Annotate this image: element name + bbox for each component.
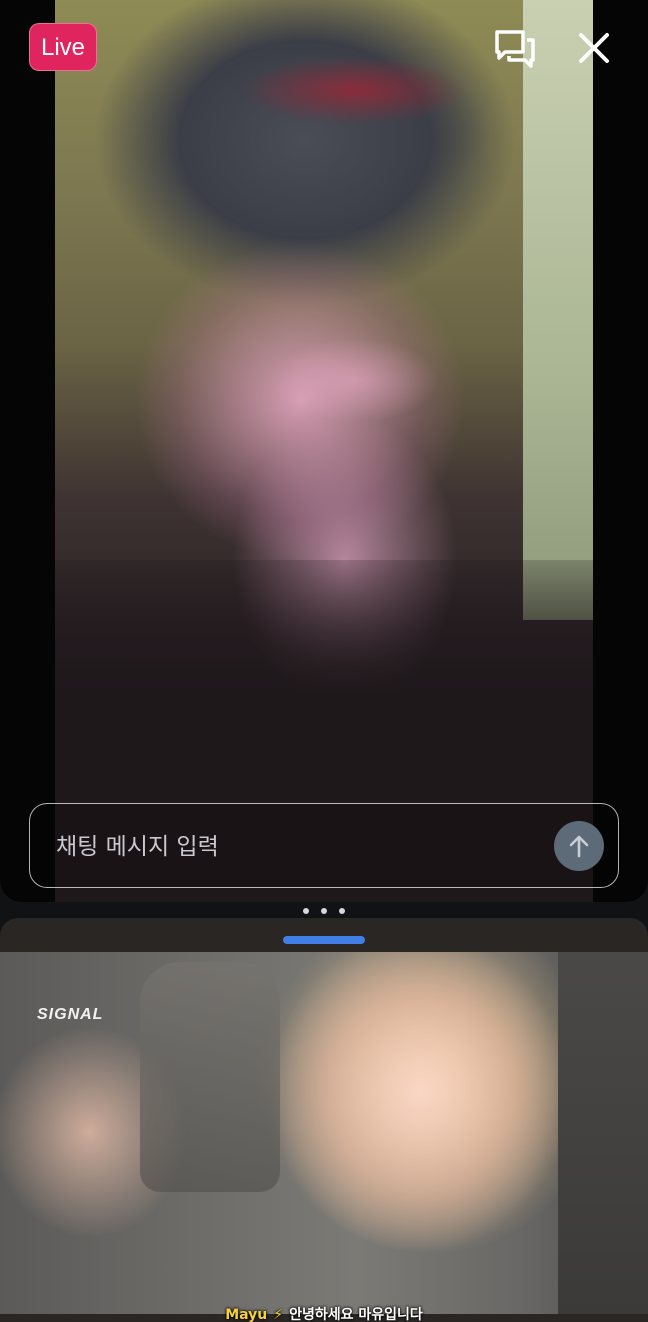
sparkle-icon: ⚡	[273, 1307, 284, 1322]
channel-logo-text: SIGNAL	[37, 1006, 104, 1023]
page-indicator	[0, 905, 648, 917]
streamer-face	[135, 240, 465, 560]
chat-input-box	[29, 803, 619, 889]
stream-preview-sheet[interactable]: SIGNAL Mayu ⚡ 안녕하세요 마유입니다	[0, 918, 648, 1322]
live-video[interactable]	[55, 0, 593, 902]
subtitle-text: 안녕하세요 마유입니다	[289, 1307, 423, 1322]
channel-logo: SIGNAL	[37, 1006, 103, 1024]
cap-logo	[205, 40, 505, 140]
close-icon	[579, 33, 609, 63]
preview-video[interactable]: SIGNAL Mayu ⚡ 안녕하세요 마유입니다	[0, 952, 648, 1322]
sheet-drag-handle[interactable]	[283, 936, 365, 944]
car-seat	[140, 962, 280, 1192]
background-wall	[523, 0, 593, 620]
subtitle-speaker: Mayu	[225, 1307, 268, 1322]
live-badge: Live	[29, 23, 97, 71]
video-subtitle: Mayu ⚡ 안녕하세요 마유입니다	[0, 1304, 648, 1322]
car-window	[558, 952, 648, 1314]
chat-bubbles-icon	[495, 30, 535, 68]
arrow-up-icon	[569, 835, 589, 858]
close-button[interactable]	[568, 22, 620, 74]
page-dot[interactable]	[303, 908, 309, 914]
chat-toggle-button[interactable]	[489, 22, 541, 74]
page-dot[interactable]	[321, 908, 327, 914]
page-dot[interactable]	[339, 908, 345, 914]
chat-message-input[interactable]	[56, 804, 536, 889]
send-button[interactable]	[554, 821, 604, 871]
live-stream-panel: Live	[0, 0, 648, 902]
